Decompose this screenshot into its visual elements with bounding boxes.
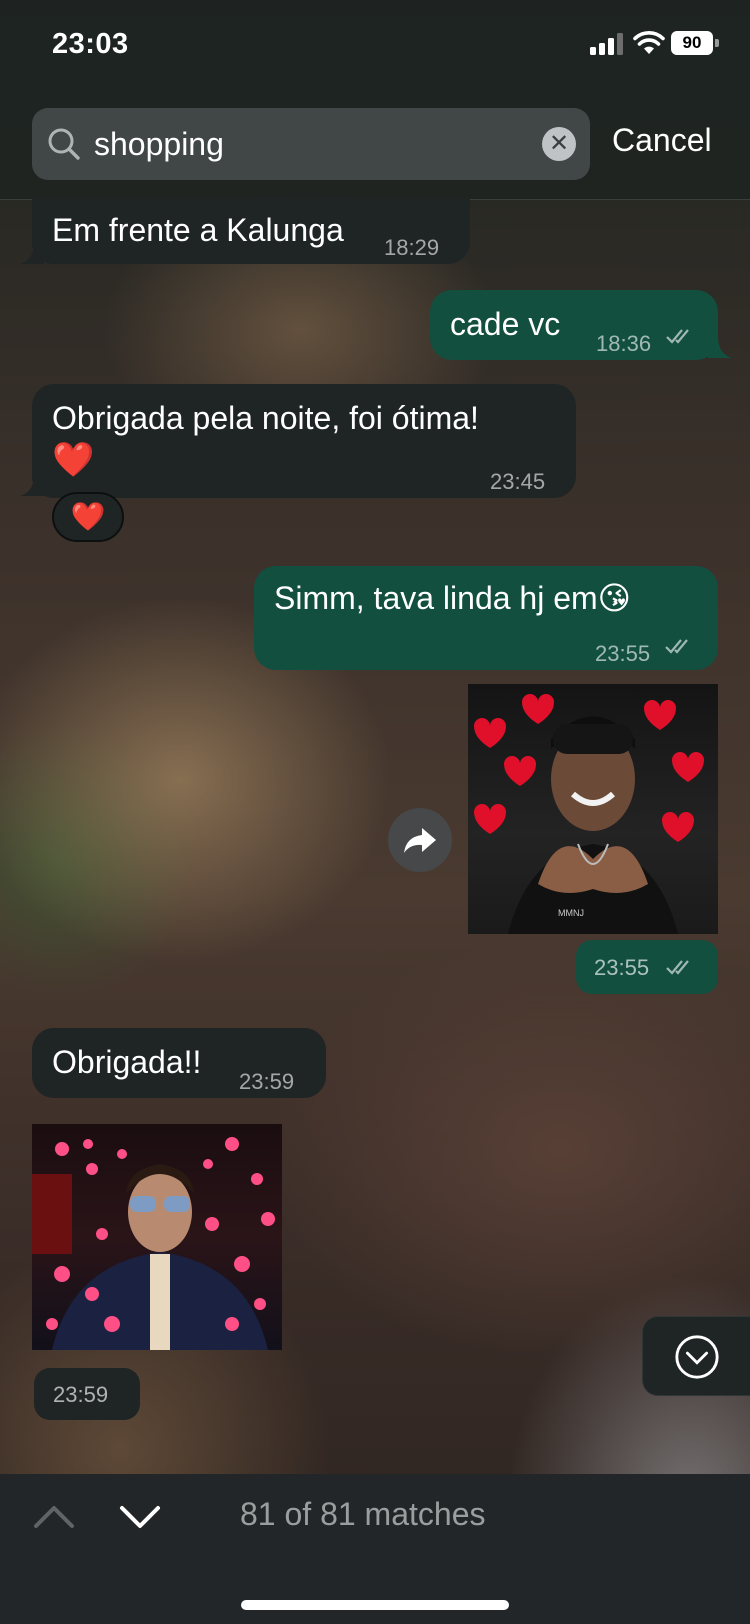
- battery-level: 90: [671, 31, 713, 55]
- scroll-to-bottom-button[interactable]: [642, 1316, 750, 1396]
- chevron-up-icon[interactable]: [32, 1502, 76, 1532]
- search-bar[interactable]: ✕: [32, 108, 590, 180]
- heart-icon: ❤️: [70, 501, 106, 532]
- double-check-icon: [666, 329, 689, 344]
- match-count: 81 of 81 matches: [240, 1496, 486, 1532]
- message-bubble-outgoing[interactable]: cade vc 18:36: [430, 290, 718, 360]
- sticker-image[interactable]: MMNJ: [468, 684, 718, 934]
- sticker-time-pill: 23:55: [576, 940, 718, 994]
- bubble-tail: [20, 242, 44, 264]
- wifi-icon: [633, 31, 665, 54]
- home-indicator: [241, 1600, 509, 1610]
- message-bubble-incoming[interactable]: Obrigada!! 23:59: [32, 1028, 326, 1098]
- message-time: 18:29: [384, 235, 440, 260]
- message-emoji: ❤️: [52, 441, 95, 479]
- message-bubble-outgoing[interactable]: Simm, tava linda hj em😘 23:55: [254, 566, 718, 670]
- cancel-button[interactable]: Cancel: [612, 122, 712, 159]
- sticker-artwork: [32, 1137, 275, 1350]
- message-bubble-incoming[interactable]: Obrigada pela noite, foi ótima! ❤️ 23:45: [32, 384, 576, 498]
- message-text: Simm, tava linda hj em😘: [274, 580, 632, 616]
- double-check-icon: [665, 639, 688, 654]
- message-text: Obrigada!!: [52, 1044, 202, 1080]
- message-text: Obrigada pela noite, foi ótima!: [52, 400, 479, 436]
- message-time: 23:45: [490, 469, 546, 494]
- search-input[interactable]: [94, 122, 524, 166]
- reaction-badge[interactable]: ❤️: [52, 492, 124, 542]
- double-check-icon: [666, 960, 689, 975]
- forward-button[interactable]: [388, 808, 452, 872]
- message-time: 23:59: [53, 1382, 109, 1407]
- message-text: Em frente a Kalunga: [52, 212, 344, 248]
- message-time: 23:55: [594, 955, 650, 980]
- sticker-image[interactable]: [32, 1124, 282, 1350]
- clear-icon[interactable]: ✕: [542, 127, 576, 161]
- sticker-artwork: MMNJ: [474, 694, 704, 934]
- message-bubble-incoming[interactable]: Em frente a Kalunga 18:29: [32, 198, 470, 264]
- cellular-signal-icon: [590, 33, 626, 55]
- forward-icon: [404, 828, 436, 853]
- message-time: 18:36: [596, 331, 652, 356]
- message-text: cade vc: [450, 306, 561, 342]
- search-icon: [48, 128, 80, 160]
- battery-icon: 90: [671, 31, 719, 55]
- message-time: 23:59: [239, 1069, 295, 1094]
- sticker-time-pill: 23:59: [34, 1368, 140, 1420]
- sticker-caption: MMNJ: [558, 908, 584, 918]
- chevron-down-icon[interactable]: [118, 1502, 162, 1532]
- bubble-tail: [20, 474, 44, 496]
- status-bar: 23:03 90: [0, 0, 750, 92]
- bubble-tail: [708, 336, 732, 358]
- message-time: 23:55: [595, 641, 651, 666]
- status-time: 23:03: [52, 28, 129, 60]
- search-navigation-bar: 81 of 81 matches: [0, 1474, 750, 1624]
- chevron-down-circle-icon: [675, 1335, 719, 1379]
